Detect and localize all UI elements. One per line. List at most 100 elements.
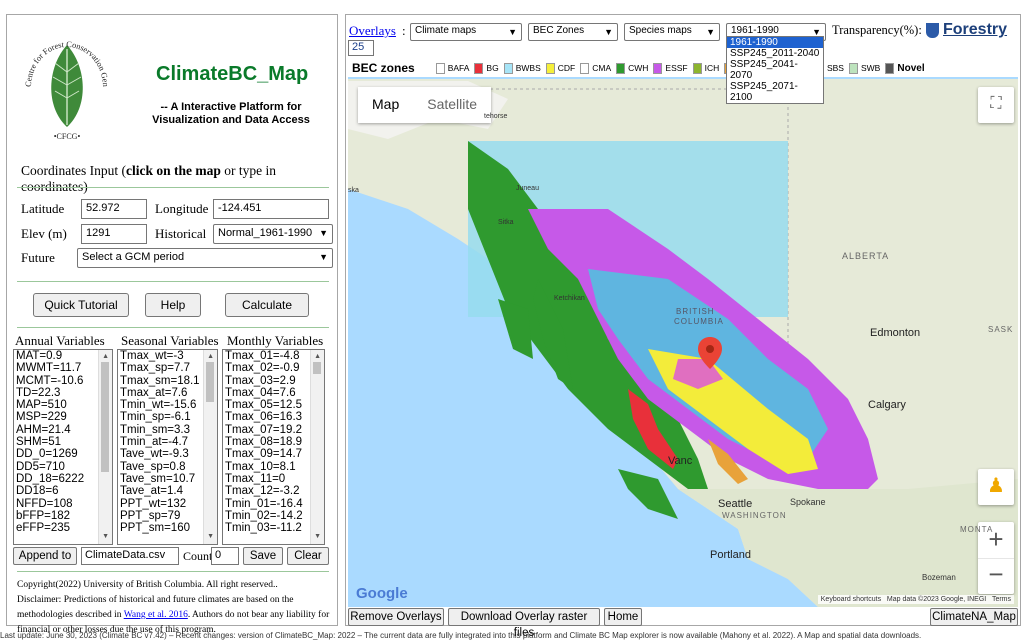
divider <box>17 327 329 328</box>
zoom-out-icon[interactable]: − <box>978 558 1014 594</box>
vancouver-label: Vanc <box>668 455 693 467</box>
satellite-tab[interactable]: Satellite <box>413 87 491 123</box>
count-label: Count <box>183 549 213 563</box>
scrollbar[interactable]: ▲ ▼ <box>310 350 324 544</box>
legend-swatch <box>503 62 513 74</box>
count-input[interactable]: 0 <box>211 547 239 565</box>
chevron-down-icon: ▼ <box>319 228 328 238</box>
legend-item-label: BWBS <box>515 63 541 73</box>
chevron-down-icon: ▼ <box>319 252 328 262</box>
historical-select[interactable]: Normal_1961-1990 ▼ <box>213 224 333 244</box>
location-marker-icon[interactable] <box>698 337 722 369</box>
portland-label: Portland <box>710 549 751 561</box>
bozeman-label: Bozeman <box>922 573 956 582</box>
pegman-icon[interactable]: ♟ <box>978 469 1014 505</box>
legend-swatch <box>474 62 484 74</box>
legend-swatch <box>616 62 626 74</box>
monthly-variables-list[interactable]: Tmax_01=-4.8 Tmax_02=-0.9 Tmax_03=2.9 Tmax_… <box>222 349 325 545</box>
legend-item-label: CMA <box>592 63 612 73</box>
legend-swatch <box>435 62 445 74</box>
legend-swatch <box>580 62 590 74</box>
bc-label-1: BRITISH <box>676 307 715 316</box>
climatena-map-button[interactable]: ClimateNA_Map <box>930 608 1018 626</box>
period-option[interactable]: SSP245_2071-2100 <box>727 81 823 103</box>
legend-swatch <box>848 62 858 74</box>
seattle-label: Seattle <box>718 498 753 510</box>
montana-label: MONTA <box>960 525 994 534</box>
period-option[interactable]: SSP245_2041-2070 <box>727 59 823 81</box>
saskatchewan-label: SASK <box>988 325 1014 334</box>
transparency-label: Transparency(%): <box>832 23 922 37</box>
monthly-variables-heading: Monthly Variables <box>227 333 324 348</box>
legend-item-label: ESSF <box>665 63 688 73</box>
seasonal-variables-list[interactable]: Tmax_wt=-3 Tmax_sp=7.7 Tmax_sm=18.1 Tmax_at… <box>117 349 218 545</box>
map-bottom-bar: Remove Overlays Download Overlay raster … <box>346 608 1020 639</box>
home-button[interactable]: Home <box>604 608 642 626</box>
longitude-input[interactable]: -124.451 <box>213 199 329 219</box>
download-overlay-button[interactable]: Download Overlay raster files <box>448 608 600 639</box>
logo-area: Centre for Forest Conservation Genetics … <box>11 19 333 149</box>
latitude-label: Latitude <box>21 201 65 216</box>
chevron-down-icon: ▼ <box>604 27 613 37</box>
legend-swatch <box>885 62 895 74</box>
quick-tutorial-button[interactable]: Quick Tutorial <box>33 293 129 317</box>
period-dropdown-list[interactable]: 1961-1990 SSP245_2011-2040 SSP245_2041-207… <box>726 36 824 104</box>
calculate-button[interactable]: Calculate <box>225 293 309 317</box>
app-subtitle: -- A Interactive Platform for Visualizat… <box>152 101 310 126</box>
cfcg-seal-logo: Centre for Forest Conservation Genetics … <box>17 27 110 141</box>
divider <box>17 187 329 188</box>
period-option[interactable]: 1961-1990 <box>727 37 823 48</box>
legend-item-label: SWB <box>860 63 881 73</box>
whitehorse-label: tehorse <box>484 113 508 120</box>
clear-button[interactable]: Clear <box>287 547 329 565</box>
shield-icon <box>926 22 939 38</box>
legend-item-label: SBS <box>826 63 844 73</box>
elevation-label: Elev (m) <box>21 226 67 241</box>
overlay-toolbar: Overlays : Climate maps ▼ BEC Zones ▼ Spec… <box>346 15 1020 59</box>
legend-item-label: BAFA <box>447 63 470 73</box>
juneau-label: Juneau <box>516 185 539 192</box>
divider <box>17 281 329 282</box>
legend-swatch <box>653 62 663 74</box>
climate-maps-select[interactable]: Climate maps ▼ <box>410 23 522 41</box>
elevation-input[interactable]: 1291 <box>81 224 147 244</box>
future-label: Future <box>21 250 55 265</box>
bec-zones-select[interactable]: BEC Zones ▼ <box>528 23 618 41</box>
append-to-button[interactable]: Append to <box>13 547 77 565</box>
map-tab[interactable]: Map <box>358 87 413 123</box>
scrollbar[interactable]: ▲ ▼ <box>98 350 112 544</box>
transparency-input[interactable]: 25 <box>348 40 374 56</box>
fullscreen-icon[interactable]: ⛶ <box>978 87 1014 123</box>
map-attribution[interactable]: Keyboard shortcuts Map data ©2023 Google… <box>817 595 1014 604</box>
scrollbar-thumb[interactable] <box>206 362 214 402</box>
species-maps-select[interactable]: Species maps ▼ <box>624 23 720 41</box>
ketchikan-label: Ketchikan <box>554 295 585 302</box>
period-option[interactable]: SSP245_2011-2040 <box>727 48 823 59</box>
app-title: ClimateBC_Map <box>156 63 309 85</box>
left-panel: Centre for Forest Conservation Genetics … <box>6 14 338 635</box>
scrollbar-thumb[interactable] <box>313 362 321 374</box>
legend-title: BEC zones <box>352 61 415 75</box>
scrollbar[interactable]: ▲ ▼ <box>203 350 217 544</box>
wang-2016-link[interactable]: Wang et al. 2016 <box>124 610 188 620</box>
google-logo: Google <box>356 585 408 602</box>
future-gcm-select[interactable]: Select a GCM period ▼ <box>77 248 333 268</box>
overlays-link[interactable]: Overlays <box>349 23 396 39</box>
calgary-label: Calgary <box>868 399 906 411</box>
annual-variables-list[interactable]: MAT=0.9 MWMT=11.7 MCMT=-10.6 TD=22.3 MAP=510… <box>13 349 113 545</box>
seasonal-variables-heading: Seasonal Variables <box>121 333 219 348</box>
remove-overlays-button[interactable]: Remove Overlays <box>348 608 444 626</box>
copyright-text: Copyright(2022) University of British Co… <box>17 580 330 635</box>
help-button[interactable]: Help <box>145 293 201 317</box>
filename-input[interactable]: ClimateData.csv <box>81 547 179 565</box>
latitude-input[interactable]: 52.972 <box>81 199 147 219</box>
scrollbar-thumb[interactable] <box>101 362 109 472</box>
seal-abbr: •CFCG• <box>54 132 81 141</box>
alberta-label: ALBERTA <box>842 251 890 261</box>
legend-item-label: Novel <box>897 62 925 74</box>
divider <box>17 571 329 572</box>
map-canvas[interactable]: BEC zones BAFABGBWBSCDFCMACWHESSFICHSPPS… <box>348 59 1018 607</box>
save-button[interactable]: Save <box>243 547 283 565</box>
legend-swatch <box>692 62 702 74</box>
sitka-label: Sitka <box>498 219 514 226</box>
